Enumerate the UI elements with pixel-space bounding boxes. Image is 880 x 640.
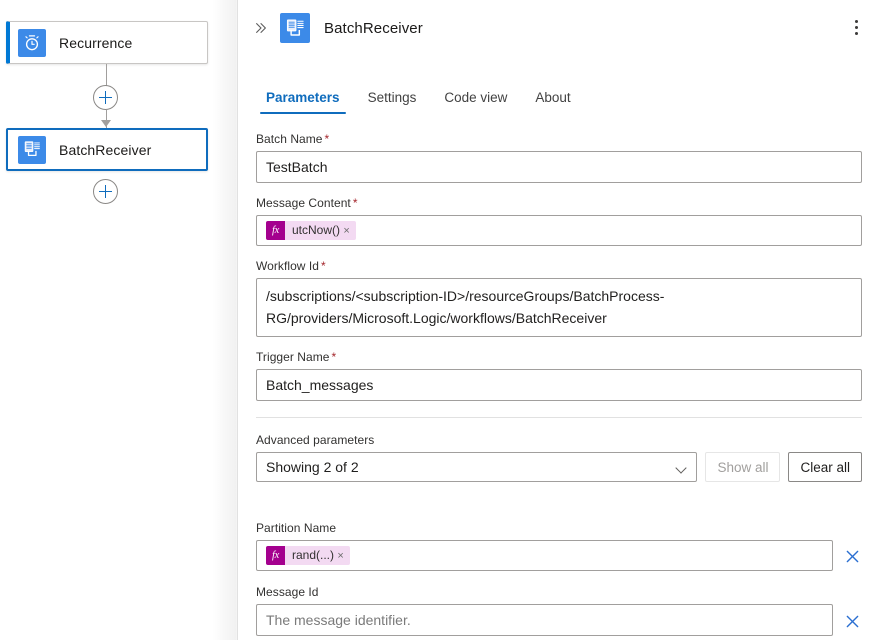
advanced-parameters-select[interactable]: Showing 2 of 2 [256, 452, 697, 482]
trigger-name-input[interactable]: Batch_messages [256, 369, 862, 401]
page-title: BatchReceiver [324, 20, 423, 37]
workflow-node-recurrence[interactable]: Recurrence [6, 21, 208, 64]
batch-icon [18, 136, 46, 164]
token-expression: rand(...) [292, 548, 334, 562]
partition-name-input[interactable]: fx rand(...) × [256, 540, 833, 571]
field-label: Workflow Id* [256, 259, 862, 273]
required-marker: * [332, 350, 337, 364]
token-label: rand(...) × [285, 546, 350, 565]
plus-icon [99, 91, 112, 104]
field-label-text: Workflow Id [256, 259, 319, 273]
tab-code-view[interactable]: Code view [434, 90, 517, 114]
field-label-text: Batch Name [256, 132, 323, 146]
advanced-field-message-id: Message Id The message identifier. [256, 585, 862, 636]
details-panel: BatchReceiver Parameters Settings Code v… [238, 0, 880, 640]
field-message-id: Message Id The message identifier. [256, 585, 833, 636]
required-marker: * [353, 196, 358, 210]
workflow-id-input[interactable]: /subscriptions/<subscription-ID>/resourc… [256, 278, 862, 337]
connector-arrow-icon [101, 120, 111, 127]
add-step-button-bottom[interactable] [93, 179, 118, 204]
more-dot [855, 20, 858, 23]
fx-icon: fx [266, 546, 285, 565]
expression-token[interactable]: fx rand(...) × [266, 546, 350, 565]
token-remove-icon[interactable]: × [337, 550, 343, 562]
chevron-down-icon [676, 464, 687, 471]
advanced-parameters-row: Showing 2 of 2 Show all Clear all [256, 452, 862, 482]
workflow-node-batchreceiver[interactable]: BatchReceiver [6, 128, 208, 171]
token-remove-icon[interactable]: × [343, 225, 349, 237]
more-dot [855, 26, 858, 29]
token-expression: utcNow() [292, 223, 340, 237]
expression-token[interactable]: fx utcNow() × [266, 221, 356, 240]
tab-settings[interactable]: Settings [358, 90, 427, 114]
message-id-input[interactable]: The message identifier. [256, 604, 833, 636]
clock-icon [18, 29, 46, 57]
more-menu-icon[interactable] [842, 12, 870, 42]
token-label: utcNow() × [285, 221, 356, 240]
advanced-parameters-section: Advanced parameters Showing 2 of 2 Show … [256, 433, 862, 482]
workflow-canvas[interactable]: Recurrence BatchReceiver [0, 0, 238, 640]
section-divider [256, 417, 862, 418]
field-message-content: Message Content* fx utcNow() × [256, 196, 862, 246]
field-label: Message Content* [256, 196, 862, 210]
required-marker: * [321, 259, 326, 273]
field-label-text: Trigger Name [256, 350, 330, 364]
tab-about[interactable]: About [525, 90, 580, 114]
batch-icon [280, 13, 310, 43]
tab-list: Parameters Settings Code view About [238, 74, 880, 114]
panel-shadow [212, 0, 238, 640]
double-chevron-right-icon[interactable] [250, 17, 272, 39]
show-all-button[interactable]: Show all [705, 452, 780, 482]
spacer [256, 495, 862, 521]
field-workflow-id: Workflow Id* /subscriptions/<subscriptio… [256, 259, 862, 337]
remove-partition-name-icon[interactable] [842, 541, 862, 571]
field-label: Trigger Name* [256, 350, 862, 364]
logic-app-designer: Recurrence BatchReceiver [0, 0, 880, 640]
workflow-node-label: BatchReceiver [59, 142, 151, 158]
panel-header: BatchReceiver [238, 0, 880, 56]
advanced-field-partition-name: Partition Name fx rand(...) × [256, 521, 862, 571]
add-step-button-top[interactable] [93, 85, 118, 110]
remove-message-id-icon[interactable] [842, 606, 862, 636]
required-marker: * [325, 132, 330, 146]
field-trigger-name: Trigger Name* Batch_messages [256, 350, 862, 401]
workflow-node-label: Recurrence [59, 35, 132, 51]
field-label-text: Message Content [256, 196, 351, 210]
more-dot [855, 32, 858, 35]
plus-icon [99, 185, 112, 198]
spacer [256, 571, 862, 585]
advanced-parameters-label: Advanced parameters [256, 433, 862, 447]
tab-parameters[interactable]: Parameters [256, 90, 350, 114]
message-content-input[interactable]: fx utcNow() × [256, 215, 862, 246]
parameters-form: Batch Name* TestBatch Message Content* f… [238, 114, 880, 636]
clear-all-button[interactable]: Clear all [788, 452, 862, 482]
advanced-parameters-select-value: Showing 2 of 2 [266, 459, 359, 475]
fx-icon: fx [266, 221, 285, 240]
field-label: Partition Name [256, 521, 833, 535]
field-label: Message Id [256, 585, 833, 599]
field-partition-name: Partition Name fx rand(...) × [256, 521, 833, 571]
field-batch-name: Batch Name* TestBatch [256, 132, 862, 183]
batch-name-input[interactable]: TestBatch [256, 151, 862, 183]
field-label: Batch Name* [256, 132, 862, 146]
